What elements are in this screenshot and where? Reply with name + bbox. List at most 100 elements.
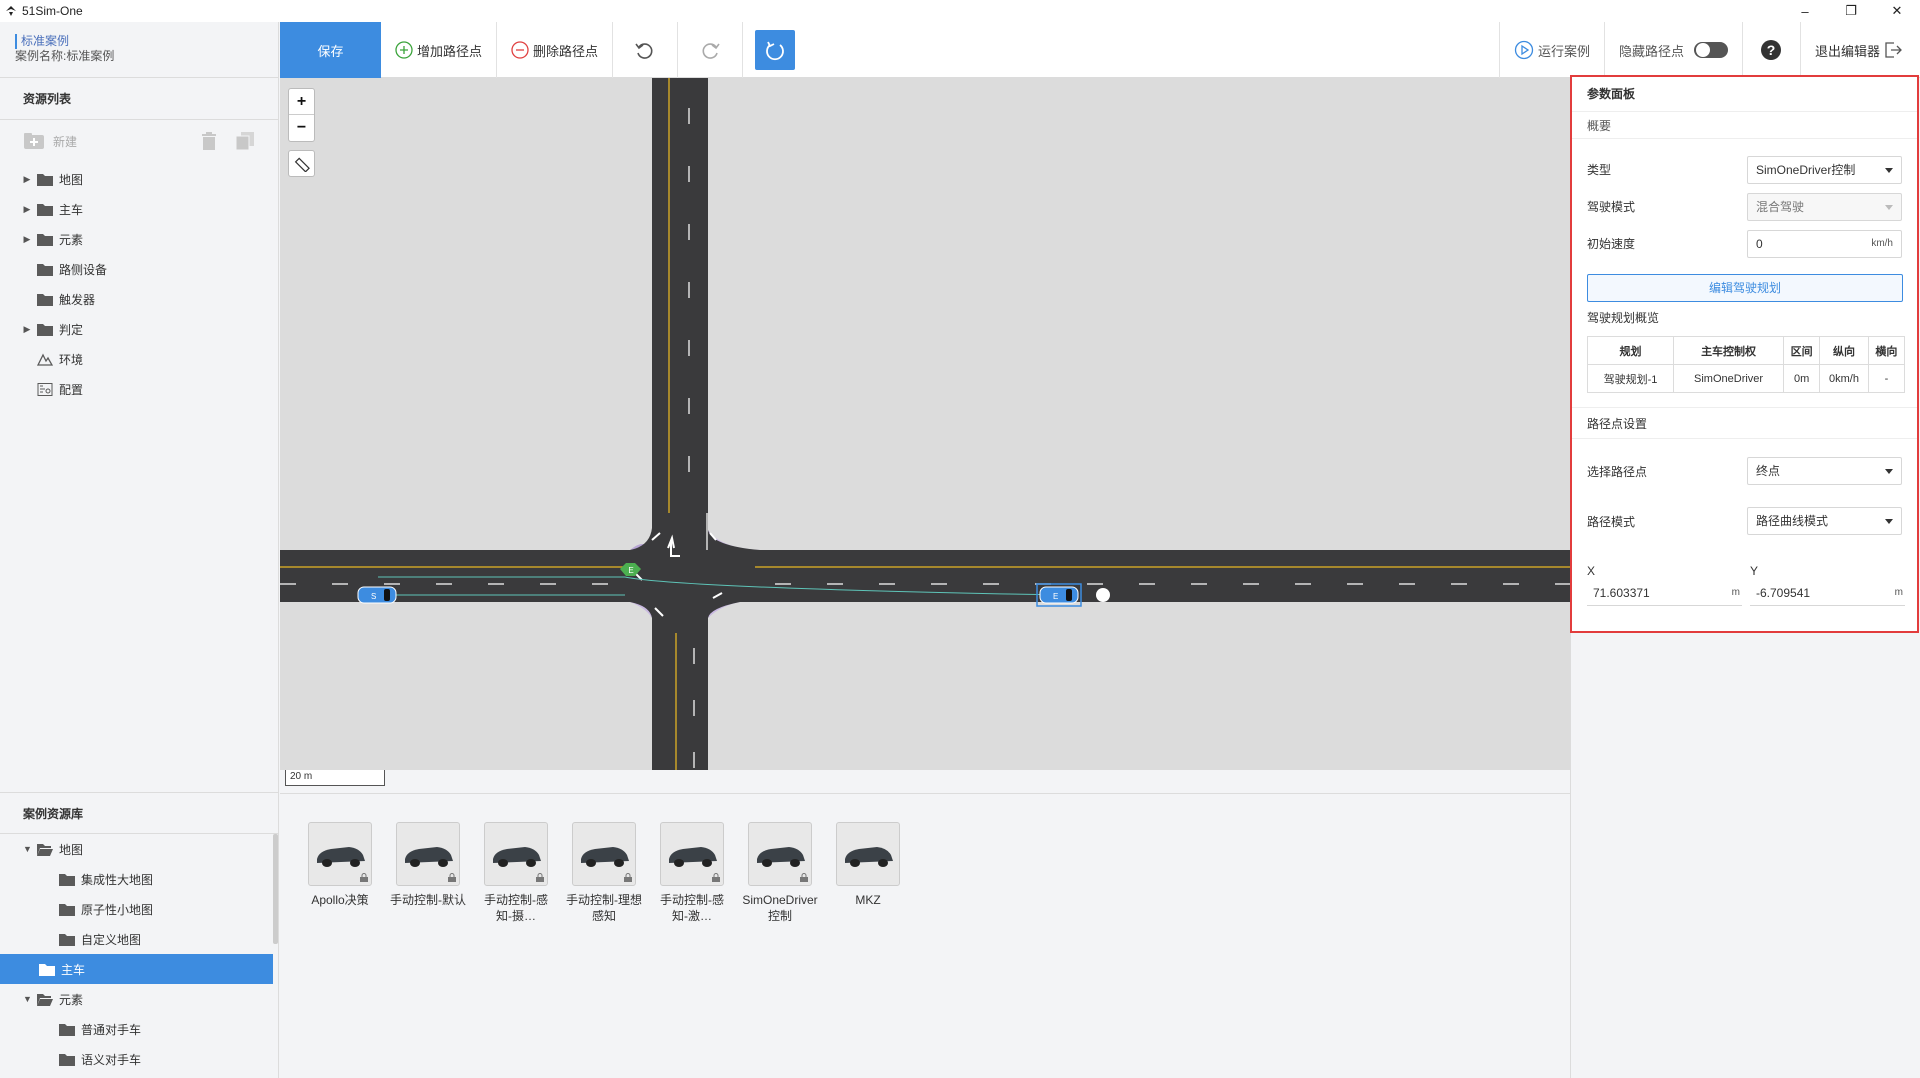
tree-item-label: 主车 xyxy=(59,202,84,217)
toolbar: 保存 增加路径点 删除路径点 运行案例 隐藏路径点 ? 退出编辑器 xyxy=(280,22,1920,78)
trash-icon[interactable] xyxy=(201,132,217,150)
vehicle-card[interactable]: SimOneDriver控制 xyxy=(742,822,818,924)
undo-button[interactable] xyxy=(613,22,679,78)
tree-item-map[interactable]: ▶ 地图 xyxy=(0,164,278,194)
tree-item-label: 触发器 xyxy=(59,292,96,307)
tree-item-label: 地图 xyxy=(59,172,84,187)
ego-vehicle-end xyxy=(1036,583,1082,607)
svg-text:?: ? xyxy=(1767,42,1776,58)
restore-button[interactable]: ❐ xyxy=(1828,0,1874,22)
vehicle-card[interactable]: MKZ xyxy=(830,822,906,908)
tree-item-ego[interactable]: ▶ 主车 xyxy=(0,194,278,224)
lib-item-elements[interactable]: ▼ 元素 xyxy=(0,984,273,1014)
lib-item-label: 主车 xyxy=(61,962,86,977)
expand-arrow-icon[interactable]: ▶ xyxy=(23,204,31,215)
x-label: X xyxy=(1587,564,1596,578)
lib-item-label: 自定义地图 xyxy=(81,932,142,947)
app-title: 51Sim-One xyxy=(22,4,83,18)
lib-item-label: 普通对手车 xyxy=(81,1022,142,1037)
folder-icon xyxy=(59,933,75,946)
add-waypoint-button[interactable]: 增加路径点 xyxy=(381,22,498,78)
edit-drive-plan-button[interactable]: 编辑驾驶规划 xyxy=(1587,274,1903,302)
lock-icon xyxy=(448,873,456,882)
car-icon xyxy=(845,847,893,867)
lib-item-normal-npc[interactable]: 普通对手车 xyxy=(0,1014,273,1044)
lib-item-label: 元素 xyxy=(59,992,84,1007)
lib-item-large-map[interactable]: 集成性大地图 xyxy=(0,864,273,894)
route-edit-tool-button[interactable] xyxy=(755,30,796,70)
y-input[interactable]: -6.709541 m xyxy=(1750,582,1905,606)
tree-item-config[interactable]: 配置 xyxy=(0,374,278,404)
select-waypoint-select[interactable]: 终点 xyxy=(1747,457,1902,485)
environment-icon xyxy=(37,353,53,366)
expand-arrow-icon[interactable]: ▶ xyxy=(23,324,31,335)
expand-arrow-icon[interactable]: ▶ xyxy=(23,174,31,185)
vehicle-card[interactable]: 手动控制-默认 xyxy=(390,822,466,908)
x-input[interactable]: 71.603371 m xyxy=(1587,582,1742,606)
route-mode-label: 路径模式 xyxy=(1587,514,1636,529)
vehicle-card[interactable]: 手动控制-感知-激… xyxy=(654,822,730,924)
run-case-button[interactable]: 运行案例 xyxy=(1498,22,1605,78)
new-button[interactable]: 新建 xyxy=(53,133,77,150)
tree-item-label: 判定 xyxy=(59,322,84,337)
tree-item-environment[interactable]: 环境 xyxy=(0,344,278,374)
start-marker-text: S xyxy=(371,592,376,601)
expand-arrow-icon[interactable]: ▶ xyxy=(23,234,31,245)
hide-waypoints-toggle[interactable] xyxy=(1693,42,1728,58)
lib-item-ego[interactable]: 主车 xyxy=(0,954,273,984)
tree-item-label: 路侧设备 xyxy=(59,262,108,277)
help-button[interactable]: ? xyxy=(1743,22,1801,78)
table-row[interactable]: 驾驶规划-1 SimOneDriver 0m 0km/h - xyxy=(1586,364,1906,393)
zoom-out-button[interactable]: − xyxy=(289,115,314,141)
tree-item-label: 配置 xyxy=(59,382,84,397)
dropdown-caret-icon xyxy=(1885,167,1893,173)
lib-item-semantic-npc[interactable]: 语义对手车 xyxy=(0,1044,273,1074)
copy-icon[interactable] xyxy=(236,132,254,150)
measure-button[interactable] xyxy=(288,150,315,177)
vehicle-card[interactable]: 手动控制-理想感知 xyxy=(566,822,642,924)
redo-button[interactable] xyxy=(678,22,744,78)
tree-item-judgement[interactable]: ▶ 判定 xyxy=(0,314,278,344)
folder-icon xyxy=(37,323,53,336)
plus-circle-icon xyxy=(395,41,413,59)
type-row: 类型 SimOneDriver控制 xyxy=(1572,151,1917,188)
plan-overview-title: 驾驶规划概览 xyxy=(1587,311,1660,325)
vehicle-card[interactable]: Apollo决策 xyxy=(302,822,378,908)
collapse-arrow-icon[interactable]: ▼ xyxy=(23,844,32,854)
route-mode-value: 路径曲线模式 xyxy=(1756,514,1829,528)
tree-item-elements[interactable]: ▶ 元素 xyxy=(0,224,278,254)
drive-mode-select[interactable]: 混合驾驶 xyxy=(1747,192,1902,221)
folder-icon xyxy=(59,873,75,886)
case-info: 标准案例 案例名称:标准案例 xyxy=(0,22,278,78)
tree-item-roadside[interactable]: 路侧设备 xyxy=(0,254,278,284)
exit-editor-button[interactable]: 退出编辑器 xyxy=(1801,22,1920,78)
plan-col-header: 横向 xyxy=(1867,336,1906,365)
minimize-button[interactable]: – xyxy=(1782,0,1828,22)
plan-col-header: 主车控制权 xyxy=(1673,336,1785,365)
tree-item-triggers[interactable]: 触发器 xyxy=(0,284,278,314)
lib-item-small-map[interactable]: 原子性小地图 xyxy=(0,894,273,924)
save-button[interactable]: 保存 xyxy=(280,22,381,78)
end-marker-text: E xyxy=(1053,592,1058,601)
collapse-arrow-icon[interactable]: ▼ xyxy=(23,994,32,1004)
route-mode-select[interactable]: 路径曲线模式 xyxy=(1747,507,1902,535)
lib-item-custom-map[interactable]: 自定义地图 xyxy=(0,924,273,954)
new-folder-icon[interactable] xyxy=(23,132,45,150)
lib-item-map[interactable]: ▼ 地图 xyxy=(0,834,273,864)
play-circle-icon xyxy=(1514,40,1534,60)
lib-item-label: 原子性小地图 xyxy=(81,902,154,917)
vehicle-thumbnail xyxy=(660,822,724,886)
vehicle-card[interactable]: 手动控制-感知-摄… xyxy=(478,822,554,924)
close-button[interactable]: ✕ xyxy=(1874,0,1920,22)
run-case-label: 运行案例 xyxy=(1537,43,1590,59)
delete-waypoint-button[interactable]: 删除路径点 xyxy=(497,22,614,78)
map-canvas[interactable]: S E E + − xyxy=(280,78,1570,770)
init-speed-input[interactable]: 0 km/h xyxy=(1747,229,1902,258)
folder-icon xyxy=(39,963,55,976)
library-scrollbar[interactable] xyxy=(273,834,278,944)
ego-vehicle-start xyxy=(357,586,397,604)
lib-item-label: 语义对手车 xyxy=(81,1052,142,1067)
type-select[interactable]: SimOneDriver控制 xyxy=(1747,155,1902,184)
zoom-in-button[interactable]: + xyxy=(289,89,314,115)
vehicle-label: SimOneDriver控制 xyxy=(742,893,818,923)
